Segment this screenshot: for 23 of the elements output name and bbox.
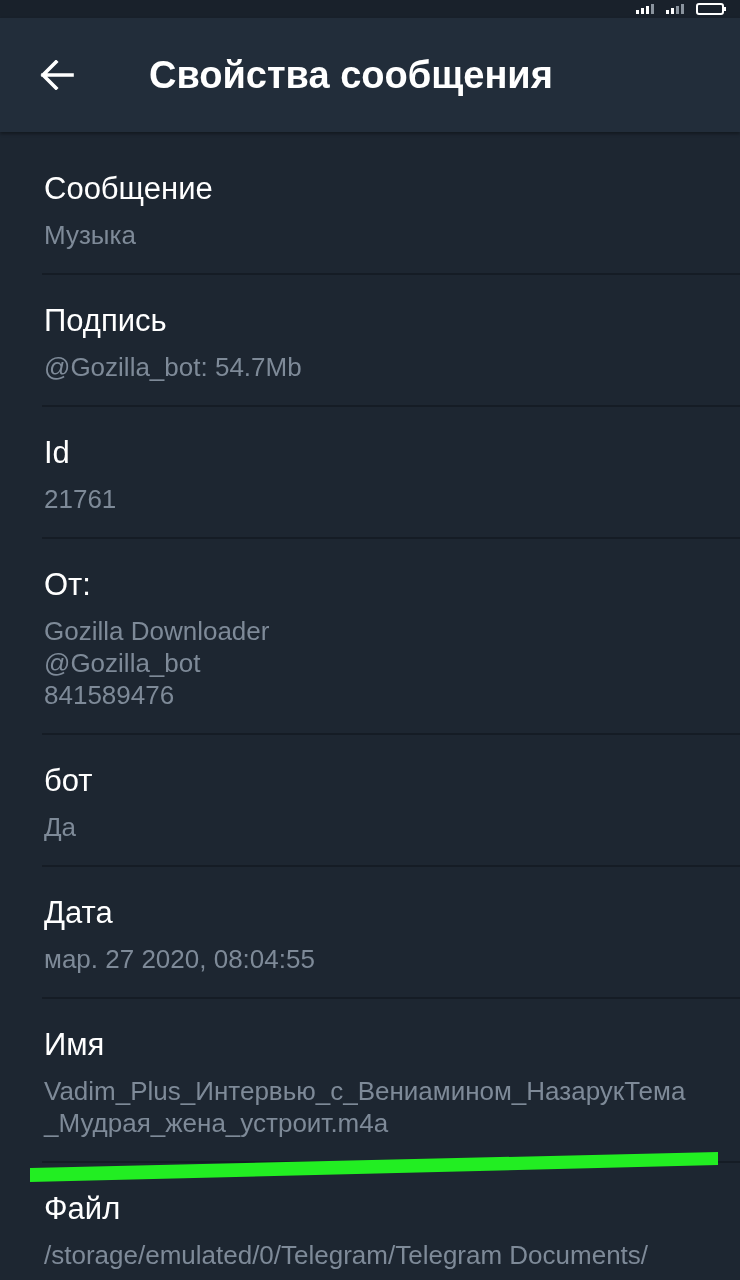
property-label: бот bbox=[44, 763, 93, 799]
property-value: Музыка bbox=[44, 219, 136, 251]
signal-icon bbox=[666, 4, 686, 14]
battery-icon bbox=[696, 3, 726, 15]
property-value: Vadim_Plus_Интервью_с_Вениамином_НазарукТема_Мудрая_жена_устроит.m4a bbox=[44, 1075, 687, 1139]
property-label: Подпись bbox=[44, 303, 167, 339]
property-value: Да bbox=[44, 811, 77, 843]
screen-title: Свойства сообщения bbox=[149, 53, 553, 98]
property-value: /storage/emulated/0/Telegram/Telegram Documents/ bbox=[44, 1239, 649, 1271]
property-label: Дата bbox=[44, 895, 113, 931]
property-value: @Gozilla_bot: 54.7Mb bbox=[44, 351, 302, 383]
property-value: Gozilla Downloader bbox=[44, 615, 270, 647]
property-label: Сообщение bbox=[44, 171, 213, 207]
property-label: Файл bbox=[44, 1191, 121, 1227]
property-value: 21761 bbox=[44, 483, 117, 515]
property-label: Имя bbox=[44, 1027, 105, 1063]
property-value: @Gozilla_bot bbox=[44, 647, 201, 679]
back-arrow-icon bbox=[40, 60, 74, 90]
property-value: 841589476 bbox=[44, 679, 175, 711]
property-label: От: bbox=[44, 567, 91, 603]
signal-icon bbox=[636, 4, 656, 14]
property-label: Id bbox=[44, 435, 70, 471]
property-value: мар. 27 2020, 08:04:55 bbox=[44, 943, 315, 975]
